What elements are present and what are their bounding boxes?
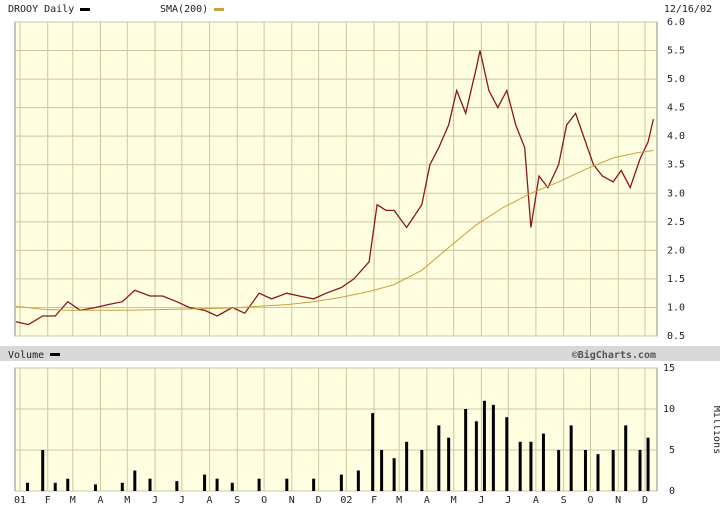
volume-tick-label: 5 xyxy=(669,445,675,456)
volume-bar xyxy=(26,482,30,491)
volume-y-axis: 15 10 5 0 xyxy=(663,363,675,497)
x-tick-label: A xyxy=(533,495,539,506)
volume-bar xyxy=(257,478,261,491)
x-tick-label: A xyxy=(97,495,103,506)
volume-bar xyxy=(557,450,561,491)
price-tick-label: 3.0 xyxy=(667,188,685,199)
volume-bar xyxy=(596,454,600,491)
x-tick-label: S xyxy=(234,495,240,506)
x-tick-label: J xyxy=(179,495,185,506)
price-y-axis: 6.0 5.5 5.0 4.5 4.0 3.5 3.0 2.5 2.0 1.5 1.0 0.5 xyxy=(667,17,685,342)
volume-bar xyxy=(120,482,124,491)
volume-bar xyxy=(405,441,409,491)
volume-bar xyxy=(482,400,486,491)
volume-bar xyxy=(230,482,234,491)
chart-date: 12/16/02 xyxy=(664,4,712,15)
bigcharts-watermark: ©BigCharts.com xyxy=(572,349,656,361)
volume-bar xyxy=(624,425,628,491)
symbol-label: DROOY Daily xyxy=(8,4,74,15)
volume-bar xyxy=(638,450,642,491)
x-tick-label: O xyxy=(587,495,593,506)
x-tick-label: M xyxy=(70,495,76,506)
x-tick-label: 01 xyxy=(14,495,26,506)
price-tick-label: 0.5 xyxy=(667,331,685,342)
x-tick-label: O xyxy=(261,495,267,506)
sma-legend-label: SMA(200) xyxy=(160,4,208,15)
x-tick-label: F xyxy=(45,495,51,506)
price-tick-label: 4.0 xyxy=(667,131,685,142)
x-axis: 01 F M A M J J A S O N D 02 F M A M J J A S O N D xyxy=(14,495,648,506)
volume-bar xyxy=(148,478,152,491)
x-tick-label: J xyxy=(505,495,511,506)
x-tick-label: M xyxy=(451,495,457,506)
price-tick-label: 5.0 xyxy=(667,74,685,85)
volume-bar xyxy=(447,437,451,491)
volume-bar xyxy=(356,470,360,491)
price-tick-label: 5.5 xyxy=(667,46,685,57)
price-tick-label: 3.5 xyxy=(667,160,685,171)
volume-bar xyxy=(646,437,650,491)
x-tick-label: A xyxy=(207,495,213,506)
volume-bar xyxy=(371,413,375,491)
volume-bar xyxy=(569,425,573,491)
volume-bar xyxy=(203,474,207,491)
x-tick-label: D xyxy=(642,495,648,506)
symbol-legend-swatch xyxy=(80,8,90,11)
volume-bar xyxy=(175,481,179,491)
volume-tick-label: 10 xyxy=(663,404,675,415)
volume-bar xyxy=(437,425,441,491)
volume-bar xyxy=(339,474,343,491)
volume-label: Volume xyxy=(8,350,44,361)
x-tick-label: J xyxy=(152,495,158,506)
volume-bar xyxy=(93,484,97,491)
volume-bar xyxy=(66,478,70,491)
volume-bar xyxy=(505,417,509,491)
volume-bar xyxy=(285,478,289,491)
price-tick-label: 2.0 xyxy=(667,245,685,256)
volume-bar xyxy=(53,482,57,491)
volume-bar xyxy=(583,450,587,491)
x-tick-label: F xyxy=(371,495,377,506)
stock-chart: DROOY Daily SMA(200) 12/16/02 6.0 5.5 5.0 4… xyxy=(0,0,720,510)
volume-bar xyxy=(518,441,522,491)
volume-bar xyxy=(215,478,219,491)
x-tick-label: A xyxy=(424,495,430,506)
volume-bar xyxy=(541,433,545,491)
volume-legend-swatch xyxy=(50,353,60,356)
x-tick-label: N xyxy=(615,495,621,506)
volume-axis-label: Millions xyxy=(711,406,720,454)
volume-tick-label: 0 xyxy=(669,486,675,497)
volume-bar xyxy=(133,470,137,491)
x-tick-label: S xyxy=(561,495,567,506)
x-tick-label: M xyxy=(124,495,130,506)
volume-bar xyxy=(392,458,396,491)
volume-bar xyxy=(420,450,424,491)
volume-bar xyxy=(474,421,478,491)
price-tick-label: 6.0 xyxy=(667,17,685,28)
x-tick-label: M xyxy=(396,495,402,506)
volume-bar xyxy=(491,404,495,491)
price-tick-label: 1.0 xyxy=(667,302,685,313)
volume-bar xyxy=(464,409,468,491)
chart-canvas: DROOY Daily SMA(200) 12/16/02 6.0 5.5 5.0 4… xyxy=(0,4,720,506)
price-tick-label: 1.5 xyxy=(667,274,685,285)
price-tick-label: 4.5 xyxy=(667,103,685,114)
volume-bar xyxy=(611,450,615,491)
volume-tick-label: 15 xyxy=(663,363,675,374)
price-tick-label: 2.5 xyxy=(667,217,685,228)
sma-legend-swatch xyxy=(214,8,224,11)
volume-bar xyxy=(380,450,384,491)
x-tick-label: D xyxy=(316,495,322,506)
volume-bar xyxy=(41,450,45,491)
volume-bar xyxy=(312,478,316,491)
x-tick-label: N xyxy=(289,495,295,506)
x-tick-label: J xyxy=(478,495,484,506)
volume-plot-area xyxy=(14,367,658,492)
volume-bar xyxy=(529,441,533,491)
x-tick-label: 02 xyxy=(340,495,352,506)
